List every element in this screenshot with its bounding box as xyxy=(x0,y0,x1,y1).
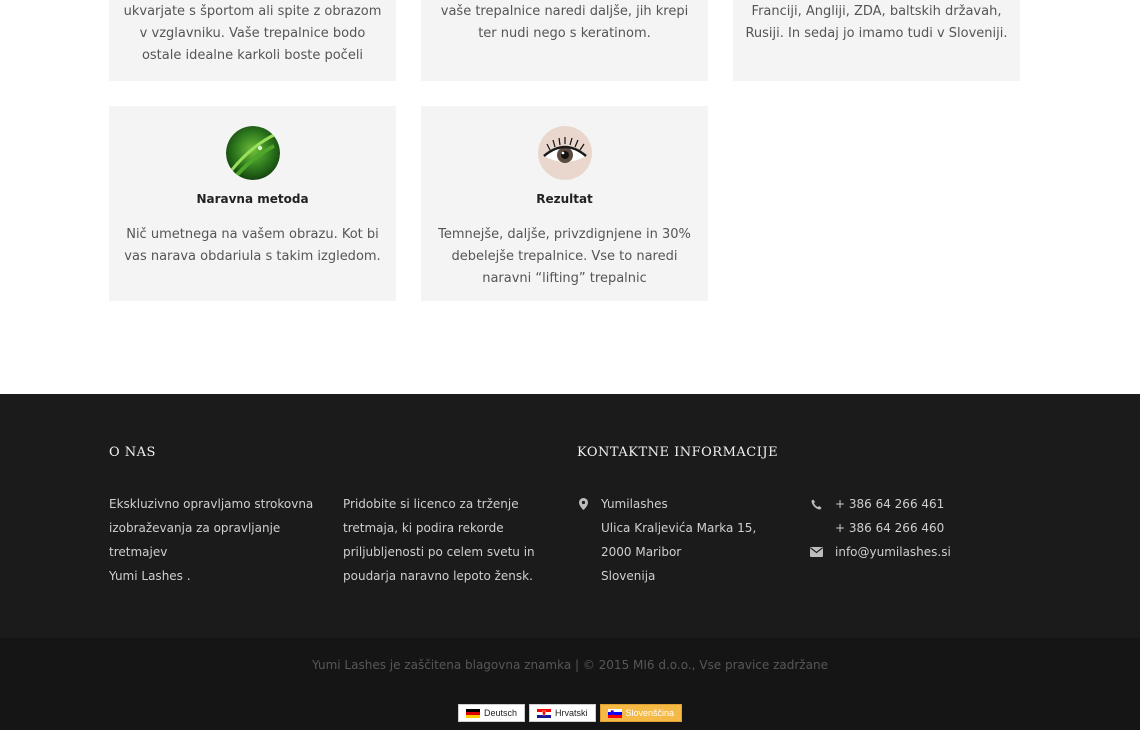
address-line: Ulica Kraljevića Marka 15, xyxy=(601,521,757,535)
feature-card-text: ter nudi nego s keratinom. xyxy=(478,26,651,41)
contact-email[interactable]: info@yumilashes.si xyxy=(835,540,1015,564)
language-label: Deutsch xyxy=(483,708,517,718)
feature-card-text: naravni “lifting” trepalnic xyxy=(482,271,647,286)
language-switcher: Deutsch Hrvatski Slovenščina xyxy=(0,704,1140,722)
feature-card-text: ukvarjate s športom ali spite z obrazom xyxy=(123,4,382,19)
footer-info-section: O NAS Ekskluzivno opravljamo strokovna i… xyxy=(0,394,1140,638)
about-line: poudarja naravno lepoto žensk. xyxy=(343,569,533,583)
copyright-text: Yumi Lashes je zaščitena blagovna znamka… xyxy=(312,658,828,672)
german-flag-icon xyxy=(465,708,480,718)
phone-number[interactable]: + 386 64 266 461 xyxy=(835,492,1015,516)
about-line: Ekskluzivno opravljamo strokovna xyxy=(109,497,314,511)
phone-icon xyxy=(809,492,823,516)
map-marker-icon xyxy=(576,492,590,516)
feature-card-text: debelejše trepalnice. Vse to naredi xyxy=(451,249,678,264)
about-title: O NAS xyxy=(109,445,156,460)
contact-phones: + 386 64 266 461 + 386 64 266 460 xyxy=(835,492,1015,540)
feature-card-result: Rezultat Temnejše, daljše, privzdignjene… xyxy=(421,106,708,301)
contact-title: KONTAKTNE INFORMACIJE xyxy=(577,445,779,460)
language-button-hrvatski[interactable]: Hrvatski xyxy=(528,704,596,722)
site-footer: O NAS Ekskluzivno opravljamo strokovna i… xyxy=(0,394,1140,730)
language-button-slovenscina[interactable]: Slovenščina xyxy=(599,704,683,722)
language-label: Hrvatski xyxy=(554,708,588,718)
footer-bottom-bar: Yumi Lashes je zaščitena blagovna znamka… xyxy=(0,638,1140,730)
feature-card-text: vaše trepalnice naredi daljše, jih krepi xyxy=(440,4,689,19)
feature-card-text: Franciji, Angliji, ZDA, baltskih državah… xyxy=(751,4,1002,19)
contact-address: Yumilashes Ulica Kraljevića Marka 15, 20… xyxy=(601,492,801,588)
feature-card-text: Temnejše, daljše, privzdignjene in 30% xyxy=(438,227,691,242)
language-button-deutsch[interactable]: Deutsch xyxy=(457,704,525,722)
feature-card-keratin: vaše trepalnice naredi daljše, jih krepi… xyxy=(421,0,708,81)
feature-card-natural-method: Naravna metoda Nič umetnega na vašem obr… xyxy=(109,106,396,301)
feature-card-countries: Franciji, Angliji, ZDA, baltskih državah… xyxy=(733,0,1020,81)
about-line: tretmaja, ki podira rekorde xyxy=(343,521,504,535)
eye-lashes-image xyxy=(537,126,592,180)
about-line: priljubljenosti po celem svetu in xyxy=(343,545,535,559)
feature-card-text: vas narava obdariula s takim izgledom. xyxy=(124,249,381,264)
feature-card-text: ostale idealne karkoli boste počeli xyxy=(141,48,364,63)
address-line: Slovenija xyxy=(601,569,656,583)
language-label: Slovenščina xyxy=(625,708,675,718)
feature-card-text: v vzglavniku. Vaše trepalnice bodo xyxy=(139,26,366,41)
about-line: Pridobite si licenco za trženje xyxy=(343,497,519,511)
slovenian-flag-icon xyxy=(607,708,622,718)
croatian-flag-icon xyxy=(536,708,551,718)
grass-leaf-image xyxy=(225,126,280,180)
phone-number[interactable]: + 386 64 266 460 xyxy=(835,516,1015,540)
feature-card-text: Nič umetnega na vašem obrazu. Kot bi xyxy=(126,227,379,242)
about-text-col2: Pridobite si licenco za trženje tretmaja… xyxy=(343,492,543,588)
about-line: Yumi Lashes . xyxy=(109,569,191,583)
about-text-col1: Ekskluzivno opravljamo strokovna izobraž… xyxy=(109,492,329,588)
envelope-icon xyxy=(809,540,823,564)
feature-card-text: Rusiji. In sedaj jo imamo tudi v Sloveni… xyxy=(745,26,1008,41)
feature-card-sport: ukvarjate s športom ali spite z obrazom … xyxy=(109,0,396,81)
address-line: Yumilashes xyxy=(601,497,668,511)
address-line: 2000 Maribor xyxy=(601,545,682,559)
feature-card-title: Naravna metoda xyxy=(196,192,309,206)
feature-card-title: Rezultat xyxy=(536,192,593,206)
about-line: izobraževanja za opravljanje tretmajev xyxy=(109,521,281,559)
